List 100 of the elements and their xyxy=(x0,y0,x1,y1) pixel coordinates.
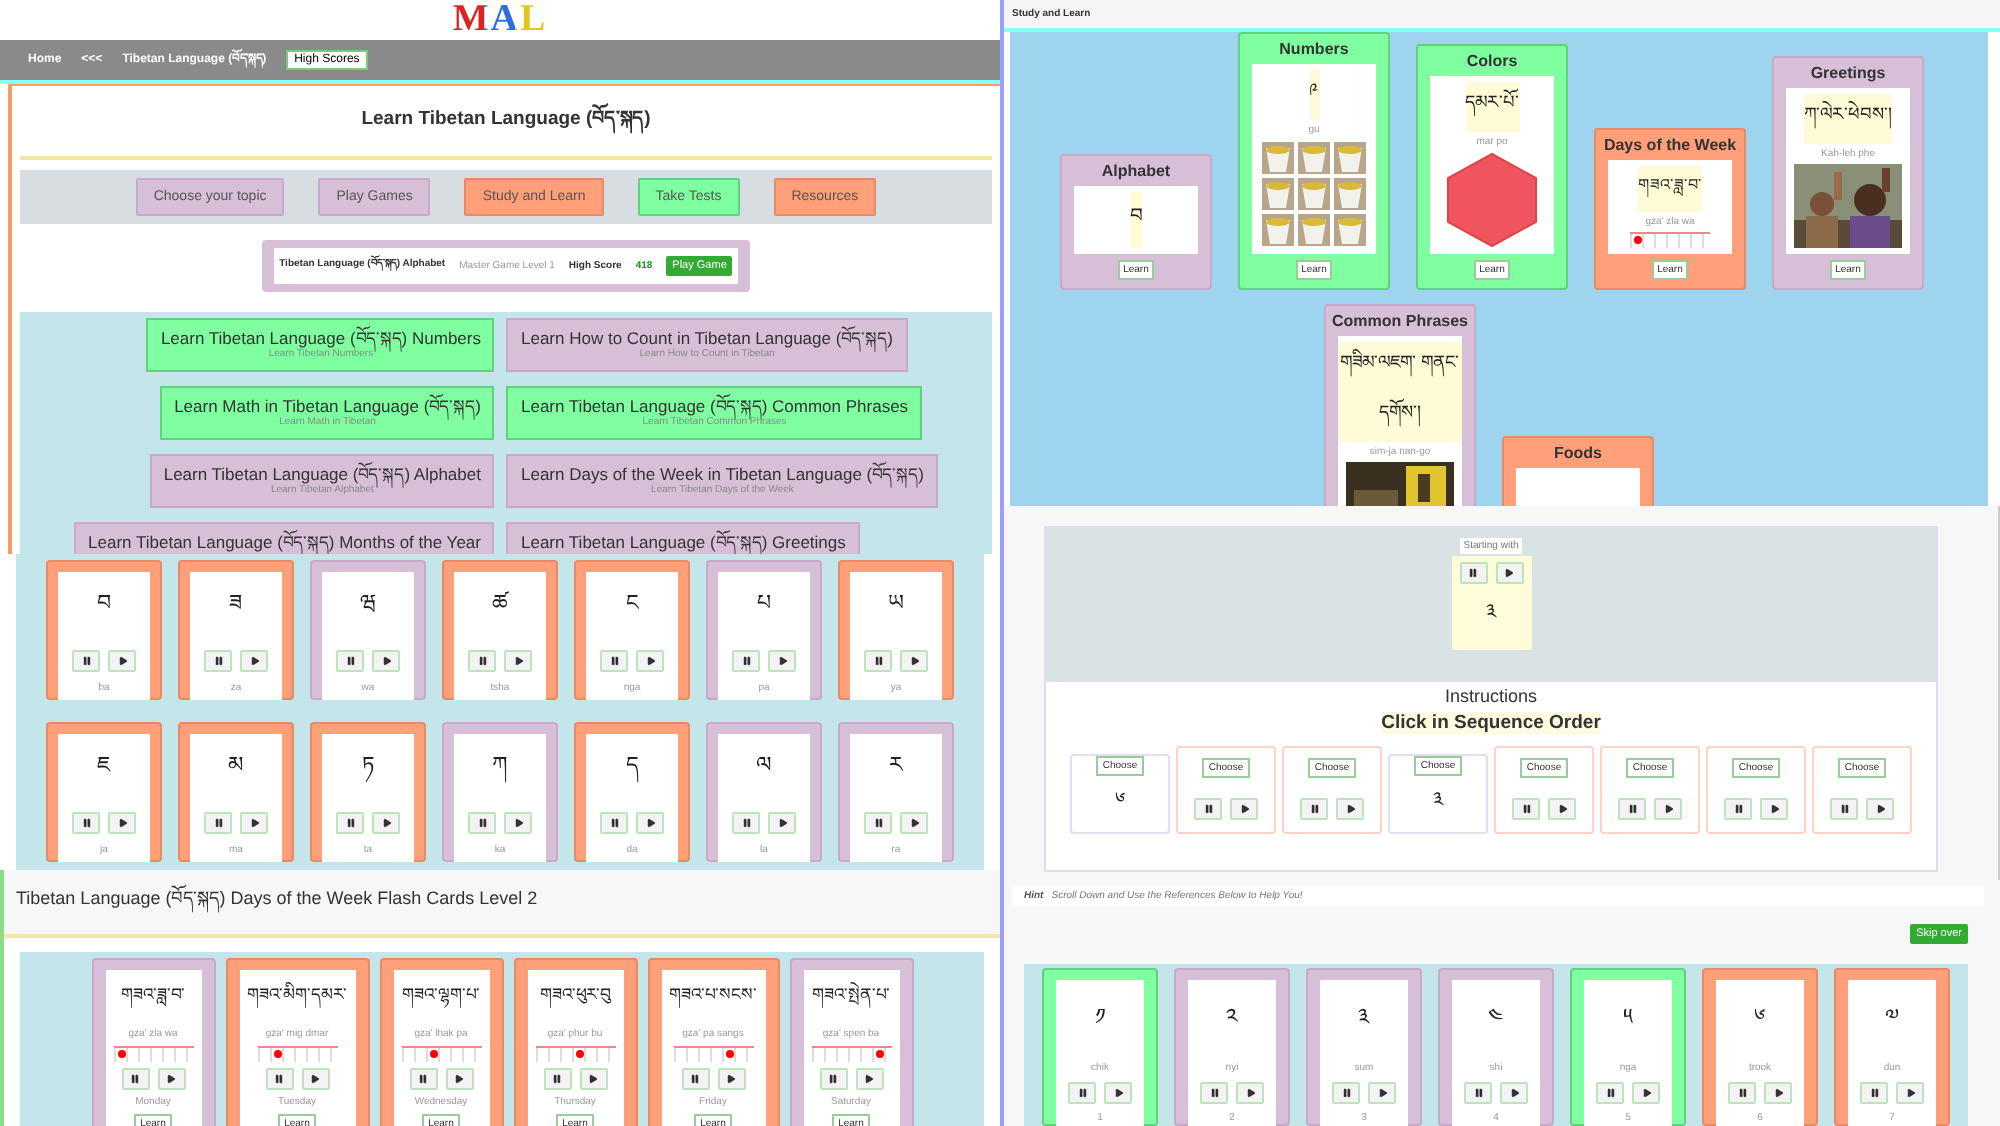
play-button[interactable] xyxy=(108,650,136,672)
play-button[interactable] xyxy=(900,650,928,672)
pause-button[interactable] xyxy=(1332,1082,1360,1104)
pause-button[interactable] xyxy=(204,811,232,833)
tibetan-letter: བ xyxy=(97,590,111,620)
tibetan-numeral: ༡ xyxy=(1095,1004,1105,1034)
pause-button[interactable] xyxy=(864,811,892,833)
pause-button[interactable] xyxy=(600,811,628,833)
play-button[interactable] xyxy=(1500,1082,1528,1104)
pause-icon xyxy=(274,1074,284,1084)
play-button[interactable] xyxy=(1760,798,1788,821)
play-icon xyxy=(1509,1088,1519,1098)
pause-button[interactable] xyxy=(1200,1082,1228,1104)
play-icon xyxy=(117,817,127,827)
play-button[interactable] xyxy=(1495,561,1523,584)
play-button[interactable] xyxy=(1866,798,1894,821)
play-button[interactable] xyxy=(768,811,796,833)
pause-button[interactable] xyxy=(1300,798,1328,821)
pause-button[interactable] xyxy=(864,650,892,672)
play-button[interactable] xyxy=(579,1068,607,1090)
pause-button[interactable] xyxy=(204,650,232,672)
pause-button[interactable] xyxy=(336,811,364,833)
play-icon xyxy=(909,817,919,827)
pause-button[interactable] xyxy=(265,1068,293,1090)
play-button[interactable] xyxy=(240,811,268,833)
play-icon xyxy=(1377,1088,1387,1098)
tibetan-numeral: ༦ xyxy=(1115,787,1125,816)
pause-button[interactable] xyxy=(1724,798,1752,821)
play-button[interactable] xyxy=(372,650,400,672)
pause-button[interactable] xyxy=(409,1068,437,1090)
play-icon xyxy=(249,817,259,827)
pause-button[interactable] xyxy=(121,1068,149,1090)
tibetan-numeral: ༧ xyxy=(1885,1004,1899,1034)
pause-button[interactable] xyxy=(1459,561,1487,584)
section-title: Tibetan Language (བོད་སྐད) Days of the Week Flash Cards Level 2 xyxy=(4,870,1000,938)
tibetan-letter: བ xyxy=(1130,191,1142,248)
play-button[interactable] xyxy=(1654,798,1682,821)
play-button[interactable] xyxy=(1548,798,1576,821)
pause-button[interactable] xyxy=(1830,798,1858,821)
pause-icon xyxy=(477,656,487,666)
instructions-heading: Instructions xyxy=(1444,685,1538,706)
play-button[interactable] xyxy=(1104,1082,1132,1104)
pause-icon xyxy=(81,817,91,827)
play-button[interactable] xyxy=(1764,1082,1792,1104)
play-icon xyxy=(1239,804,1249,815)
play-button[interactable] xyxy=(240,650,268,672)
pause-button[interactable] xyxy=(468,650,496,672)
pause-button[interactable] xyxy=(72,650,100,672)
pause-button[interactable] xyxy=(1464,1082,1492,1104)
play-button[interactable] xyxy=(855,1068,883,1090)
play-button[interactable] xyxy=(1896,1082,1924,1104)
tibetan-text: ༩ xyxy=(1309,69,1319,120)
play-icon xyxy=(588,1074,598,1084)
play-button[interactable] xyxy=(504,811,532,833)
pause-button[interactable] xyxy=(1512,798,1540,821)
pause-button[interactable] xyxy=(336,650,364,672)
pause-icon xyxy=(609,817,619,827)
play-button[interactable] xyxy=(900,811,928,833)
play-button[interactable] xyxy=(1336,798,1364,821)
pause-button[interactable] xyxy=(543,1068,571,1090)
card-title: Colors xyxy=(1466,51,1518,70)
pause-icon xyxy=(1473,1088,1483,1098)
pause-button[interactable] xyxy=(600,650,628,672)
pause-button[interactable] xyxy=(732,650,760,672)
tibetan-text: དམར་པོ་ xyxy=(1465,81,1519,132)
pause-icon xyxy=(1468,567,1478,578)
play-button[interactable] xyxy=(301,1068,329,1090)
play-button[interactable] xyxy=(636,650,664,672)
play-button[interactable] xyxy=(1368,1082,1396,1104)
play-button[interactable] xyxy=(1236,1082,1264,1104)
play-button[interactable] xyxy=(372,811,400,833)
pause-button[interactable] xyxy=(1194,798,1222,821)
pause-button[interactable] xyxy=(681,1068,709,1090)
pause-button[interactable] xyxy=(1860,1082,1888,1104)
play-icon xyxy=(1773,1088,1783,1098)
play-button[interactable] xyxy=(1632,1082,1660,1104)
play-button[interactable] xyxy=(636,811,664,833)
play-icon xyxy=(777,656,787,666)
tibetan-letter: ཀ xyxy=(492,739,508,801)
play-icon xyxy=(909,656,919,666)
pause-button[interactable] xyxy=(1596,1082,1624,1104)
play-button[interactable] xyxy=(768,650,796,672)
pause-button[interactable] xyxy=(468,811,496,833)
play-button[interactable] xyxy=(445,1068,473,1090)
pause-button[interactable] xyxy=(1728,1082,1756,1104)
pause-icon xyxy=(81,656,91,666)
card-title: Common Phrases xyxy=(1331,311,1469,330)
pause-icon xyxy=(1309,804,1319,815)
pause-button[interactable] xyxy=(1068,1082,1096,1104)
pause-button[interactable] xyxy=(1618,798,1646,821)
play-button[interactable] xyxy=(157,1068,185,1090)
pause-button[interactable] xyxy=(732,811,760,833)
pause-button[interactable] xyxy=(72,811,100,833)
play-button[interactable] xyxy=(504,650,532,672)
pause-icon xyxy=(1341,1088,1351,1098)
play-button[interactable] xyxy=(1230,798,1258,821)
play-button[interactable] xyxy=(717,1068,745,1090)
pause-button[interactable] xyxy=(819,1068,847,1090)
play-button[interactable] xyxy=(108,811,136,833)
play-icon xyxy=(1769,804,1779,815)
